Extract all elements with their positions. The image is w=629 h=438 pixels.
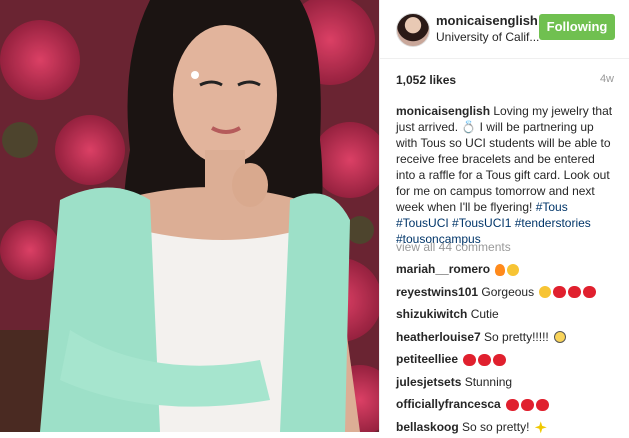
comment: mariah__romero (396, 258, 621, 281)
comment-username[interactable]: officiallyfrancesca (396, 397, 501, 411)
heart-icon (478, 354, 491, 366)
comment: officiallyfrancesca (396, 393, 621, 416)
heart-eyes-icon (507, 264, 519, 276)
portrait-photo (0, 0, 379, 432)
post-header: monicaisenglish University of Calif... F… (380, 0, 629, 59)
heart-icon (536, 399, 549, 411)
comment: shizukiwitch Cutie (396, 303, 621, 326)
hashtag[interactable]: #TousUCI (396, 216, 449, 230)
avatar[interactable] (396, 13, 430, 47)
heart-icon (463, 354, 476, 366)
comment: julesjetsets Stunning (396, 371, 621, 394)
fire-icon (495, 264, 505, 276)
hashtag[interactable]: #TousUCI1 (452, 216, 511, 230)
likes-row: 1,052 likes 4w (396, 73, 620, 87)
comments-list: mariah__romero reyestwins101 Gorgeous sh… (396, 258, 621, 438)
heart-icon (506, 399, 519, 411)
header-location[interactable]: University of Calif... (436, 30, 546, 44)
kiss-icon (539, 286, 551, 298)
hashtag[interactable]: #Tous (536, 200, 568, 214)
likes-count[interactable]: 1,052 likes (396, 73, 456, 87)
comment-username[interactable]: petiteelliee (396, 352, 458, 366)
comment-username[interactable]: bellaskoog (396, 420, 459, 434)
caption-text: Loving my jewelry that just arrived. 💍 I… (396, 104, 612, 214)
comment: heatherlouise7 So pretty!!!!! (396, 326, 621, 349)
heart-icon (521, 399, 534, 411)
comment: petiteelliee (396, 348, 621, 371)
scream-icon (554, 331, 566, 343)
post-details-panel: monicaisenglish University of Calif... F… (379, 0, 629, 432)
following-button[interactable]: Following (539, 14, 615, 40)
comment: bellaskoog So so pretty! (396, 416, 621, 438)
post-age[interactable]: 4w (600, 73, 614, 85)
comment: reyestwins101 Gorgeous (396, 281, 621, 304)
comment-text: Cutie (471, 307, 499, 321)
comment-username[interactable]: shizukiwitch (396, 307, 467, 321)
comment-username[interactable]: mariah__romero (396, 262, 490, 276)
view-all-comments-link[interactable]: view all 44 comments (396, 240, 511, 254)
header-username[interactable]: monicaisenglish (436, 13, 538, 28)
hashtag[interactable]: #tenderstories (515, 216, 591, 230)
comment-text: So pretty!!!!! (484, 330, 549, 344)
caption-username[interactable]: monicaisenglish (396, 104, 490, 118)
comment-username[interactable]: heatherlouise7 (396, 330, 481, 344)
comment-username[interactable]: julesjetsets (396, 375, 461, 389)
heart-icon (583, 286, 596, 298)
heart-icon (553, 286, 566, 298)
caption: monicaisenglish Loving my jewelry that j… (396, 103, 614, 247)
heart-icon (568, 286, 581, 298)
comment-text: Stunning (465, 375, 512, 389)
heart-icon (493, 354, 506, 366)
post-photo[interactable] (0, 0, 379, 432)
comment-text: So so pretty! (462, 420, 529, 434)
comment-text: Gorgeous (481, 285, 534, 299)
comment-username[interactable]: reyestwins101 (396, 285, 478, 299)
